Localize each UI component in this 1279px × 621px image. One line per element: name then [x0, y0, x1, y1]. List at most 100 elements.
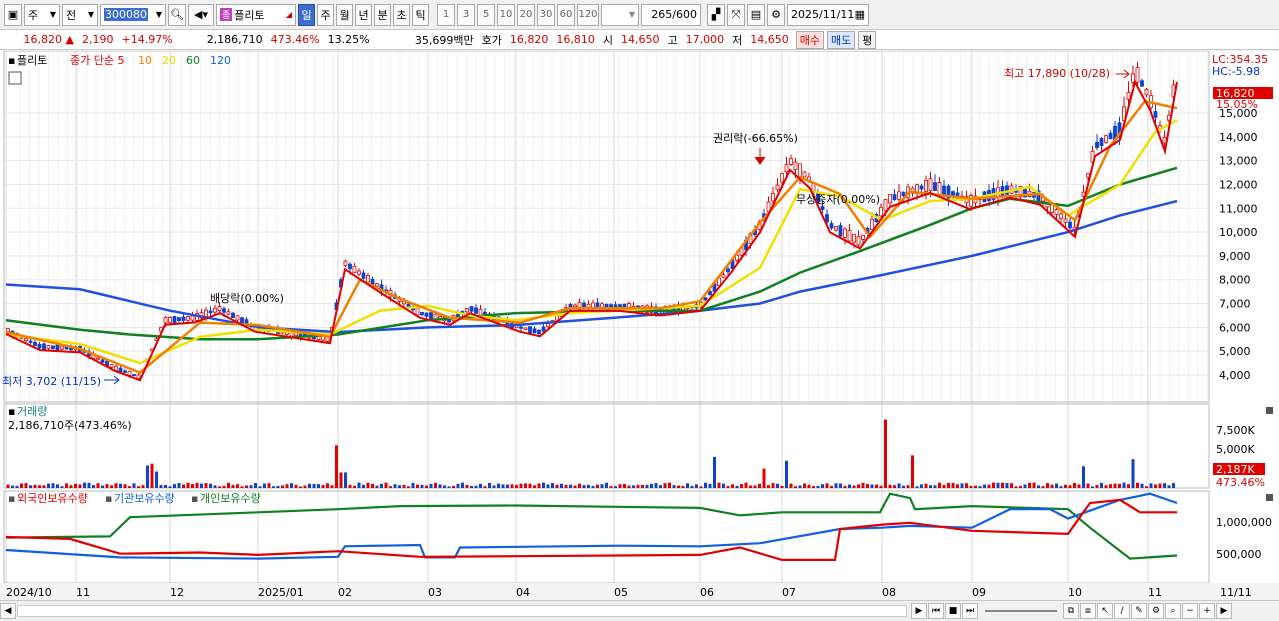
holdings-panel-close-icon[interactable] — [1266, 494, 1273, 501]
ma-legend-item: 10 — [138, 54, 152, 67]
volume-bar — [357, 482, 361, 488]
custom-interval-select[interactable]: ▼ — [601, 3, 639, 26]
volume-bar — [596, 484, 599, 488]
legend-bullet-icon: ▪ — [191, 492, 198, 505]
volume-bar — [839, 483, 842, 488]
period-month-button[interactable]: 월 — [336, 3, 353, 26]
volume-bar — [447, 486, 451, 488]
candle-body — [1135, 67, 1140, 83]
period-year-button[interactable]: 년 — [355, 3, 372, 26]
volume-bar — [294, 484, 298, 488]
scroll-track[interactable] — [17, 605, 907, 617]
candle-body — [870, 218, 874, 230]
date-input[interactable]: 2025/11/11 ▦ — [787, 3, 869, 26]
data-count-input[interactable]: 265/600 — [641, 3, 701, 26]
zoom-out-icon[interactable]: − — [1182, 603, 1198, 619]
volume-bar — [776, 483, 779, 488]
market-select[interactable]: 전 ▼ — [62, 3, 98, 26]
search-icon[interactable]: 🔍︎ — [168, 3, 186, 26]
interval-10-button[interactable]: 10 — [497, 3, 515, 26]
holdings-line — [5, 498, 1177, 561]
window-menu-icon[interactable]: ▣ — [4, 3, 22, 26]
interval-60-button[interactable]: 60 — [557, 3, 575, 26]
volume-bar — [542, 482, 545, 488]
candle-body — [474, 307, 478, 314]
chart-area[interactable]: ▪ 플리토 종가 단순 5 10 20 60 120 15,000 14,000 13,00… — [0, 50, 1279, 601]
volume-bar — [803, 483, 806, 488]
compare-icon[interactable]: ⧈ — [1080, 603, 1096, 619]
line-tool-icon[interactable]: ∕ — [1114, 603, 1130, 619]
volume-bar — [429, 483, 433, 488]
candle-body — [181, 316, 186, 321]
scroll-end-icon[interactable]: ▶ — [1216, 603, 1232, 619]
chart-svg[interactable]: ▪ 플리토 종가 단순 5 10 20 60 120 15,00014,00013,00… — [0, 50, 1279, 601]
stop-icon[interactable]: ■ — [945, 603, 961, 619]
volume-bar — [434, 482, 437, 488]
evaluate-button[interactable]: 평 — [858, 30, 877, 49]
candle-body — [33, 341, 37, 346]
scroll-left-icon[interactable]: ◀ — [0, 603, 16, 619]
volume-bar — [870, 484, 874, 488]
interval-120-button[interactable]: 120 — [577, 3, 599, 26]
volume-bar — [1104, 485, 1108, 488]
stock-name-field[interactable]: 종 플리토 ◢ — [216, 3, 296, 26]
rewind-icon[interactable]: ⏮ — [928, 603, 944, 619]
volume-bar — [60, 486, 64, 488]
interval-20-button[interactable]: 20 — [517, 3, 535, 26]
speaker-icon[interactable]: ◀▾ — [188, 3, 214, 26]
holdings-line — [5, 492, 1178, 560]
candle-body — [780, 173, 784, 183]
period-minute-button[interactable]: 분 — [374, 3, 391, 26]
candle-body — [1131, 73, 1135, 83]
copy-icon[interactable]: ⧉ — [1063, 603, 1079, 619]
stock-code-input[interactable]: 300080 ▼ — [100, 3, 166, 26]
volume-bar — [497, 483, 500, 488]
type-select[interactable]: 주 ▼ — [24, 3, 60, 26]
interval-5-button[interactable]: 5 — [477, 3, 495, 26]
date-value: 2025/11/11 — [791, 8, 855, 21]
interval-3-button[interactable]: 3 — [457, 3, 475, 26]
volume-bar — [1136, 482, 1139, 488]
crosshair-icon[interactable]: ⤧ — [727, 3, 745, 26]
chart-scrollbar[interactable]: ◀ ▶ ⏮ ■ ⏭ ⧉ ⧈ ↖ ∕ ✎ ⚙ ⌕ − + ▶ — [0, 600, 1279, 621]
interval-1-button[interactable]: 1 — [437, 3, 455, 26]
x-axis-label: 12 — [170, 586, 184, 599]
candle-body — [789, 158, 793, 165]
volume-panel-close-icon[interactable] — [1266, 407, 1273, 414]
volume-bar — [182, 484, 185, 488]
scroll-right-icon[interactable]: ▶ — [911, 603, 927, 619]
sell-order-button[interactable]: 매도 — [826, 30, 856, 49]
volume-bar — [753, 485, 757, 488]
volume-bar — [866, 484, 869, 488]
zoom-icon[interactable]: ⌕ — [1165, 603, 1181, 619]
price-panel-icon[interactable]: ▪ — [8, 54, 15, 67]
x-axis-label: 2025/01 — [258, 586, 304, 599]
stock-type-badge: 종 — [220, 8, 233, 21]
period-day-button[interactable]: 일 — [298, 3, 315, 26]
buy-order-button[interactable]: 매수 — [795, 30, 824, 49]
volume-bar — [722, 483, 725, 488]
volume-bar — [929, 485, 932, 488]
save-icon[interactable]: ▤ — [747, 3, 765, 26]
candle-body — [109, 364, 114, 368]
price-y-axis: 15,00014,00013,00012,00011,00010,0009,00… — [1219, 107, 1258, 382]
zoom-in-icon[interactable]: + — [1199, 603, 1215, 619]
erase-icon[interactable]: ✎ — [1131, 603, 1147, 619]
interval-30-button[interactable]: 30 — [537, 3, 555, 26]
gear-icon[interactable]: ⚙ — [767, 3, 785, 26]
chart-tools-icon[interactable]: ▞ — [707, 3, 725, 26]
candle-body — [942, 185, 946, 195]
period-second-button[interactable]: 초 — [393, 3, 410, 26]
zoom-slider[interactable] — [985, 610, 1057, 612]
volume-panel-icon[interactable]: ▪ — [8, 405, 15, 418]
period-week-button[interactable]: 주 — [317, 3, 334, 26]
volume-bar — [1145, 486, 1148, 488]
volume-bar — [1154, 484, 1157, 488]
volume-bar — [402, 484, 406, 488]
forward-icon[interactable]: ⏭ — [962, 603, 978, 619]
settings-small-icon[interactable]: ⚙ — [1148, 603, 1164, 619]
period-tick-button[interactable]: 틱 — [412, 3, 429, 26]
draw-icon[interactable]: ↖ — [1097, 603, 1113, 619]
volume-bar — [488, 482, 491, 488]
calculator-icon[interactable] — [8, 71, 22, 85]
